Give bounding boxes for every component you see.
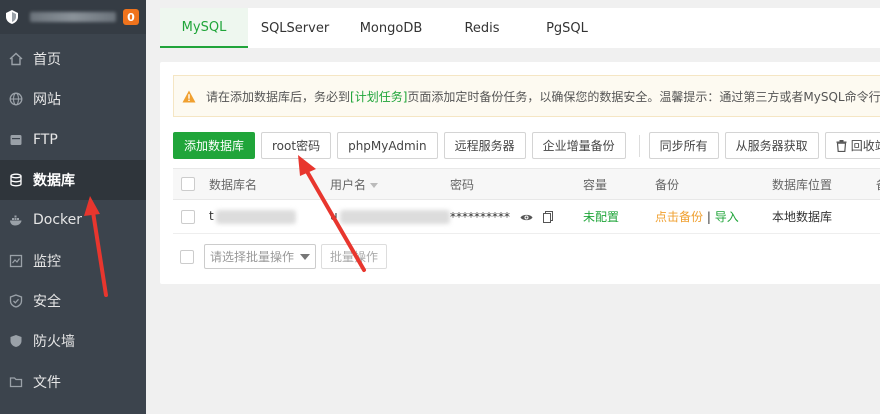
tab-mongodb[interactable]: MongoDB — [342, 8, 440, 48]
sidebar: 0 首页 网站 FTP 数据库 Docker 监控 安全 防火墙 文件 — [0, 0, 146, 414]
column-remark: 备 — [876, 176, 880, 193]
column-db-name: 数据库名 — [209, 177, 258, 192]
globe-icon — [8, 91, 24, 107]
sidebar-item-label: 监控 — [33, 253, 61, 270]
sidebar-item-home[interactable]: 首页 — [0, 39, 146, 79]
username-prefix: u — [330, 209, 338, 224]
cron-task-link[interactable]: [计划任务] — [350, 88, 407, 105]
sort-arrow-icon — [370, 182, 379, 188]
backup-cell: 点击备份 | 导入 — [655, 208, 739, 225]
eye-icon[interactable] — [520, 213, 533, 222]
select-all-checkbox[interactable] — [181, 177, 195, 191]
backup-separator: | — [703, 210, 715, 224]
enterprise-incremental-backup-button[interactable]: 企业增量备份 — [531, 132, 626, 159]
copy-icon[interactable] — [542, 211, 553, 223]
database-icon — [8, 172, 24, 188]
warning-icon — [182, 90, 196, 103]
column-password: 密码 — [450, 177, 475, 192]
column-capacity: 容量 — [583, 177, 608, 192]
server-hostname-redacted — [30, 12, 116, 22]
batch-select-placeholder: 请选择批量操作 — [210, 250, 295, 264]
sidebar-item-label: Docker — [33, 212, 83, 229]
sidebar-item-label: 数据库 — [33, 173, 75, 190]
sidebar-menu: 首页 网站 FTP 数据库 Docker 监控 安全 防火墙 文件 — [0, 39, 146, 402]
root-password-button[interactable]: root密码 — [261, 132, 332, 159]
notification-badge[interactable]: 0 — [123, 9, 139, 25]
toolbar: 添加数据库 root密码 phpMyAdmin 远程服务器 企业增量备份 同步所… — [173, 132, 880, 159]
capacity-not-configured-link[interactable]: 未配置 — [583, 208, 619, 225]
sync-all-button[interactable]: 同步所有 — [648, 132, 719, 159]
sidebar-item-docker[interactable]: Docker — [0, 200, 146, 240]
db-name-prefix: t — [209, 209, 214, 224]
sidebar-item-database[interactable]: 数据库 — [0, 159, 146, 201]
folder-icon — [8, 374, 24, 390]
database-table: 数据库名 用户名 密码 容量 备份 数据库位置 备 t u **********… — [173, 168, 880, 234]
tab-mysql[interactable]: MySQL — [160, 8, 248, 48]
column-backup: 备份 — [655, 177, 680, 192]
sidebar-item-files[interactable]: 文件 — [0, 361, 146, 401]
sidebar-item-label: 安全 — [33, 293, 61, 310]
chevron-down-icon — [300, 253, 310, 260]
sidebar-item-security[interactable]: 安全 — [0, 281, 146, 321]
sidebar-item-firewall[interactable]: 防火墙 — [0, 321, 146, 361]
sidebar-item-label: 首页 — [33, 52, 61, 69]
username-redacted — [339, 209, 450, 224]
table-header: 数据库名 用户名 密码 容量 备份 数据库位置 备 — [173, 168, 880, 200]
monitor-icon — [8, 253, 24, 269]
row-checkbox[interactable] — [181, 209, 195, 224]
batch-operations: 请选择批量操作 批量操作 — [180, 244, 393, 269]
db-location-cell: 本地数据库 — [772, 210, 833, 224]
recycle-bin-button[interactable]: 回收站 — [824, 132, 880, 159]
shield-icon — [8, 293, 24, 309]
db-name-redacted — [215, 209, 296, 224]
sidebar-item-label: 防火墙 — [33, 334, 75, 351]
panel-logo-icon — [6, 10, 18, 24]
tab-sqlserver[interactable]: SQLServer — [248, 8, 342, 48]
sidebar-item-monitor[interactable]: 监控 — [0, 240, 146, 280]
ftp-icon — [8, 132, 24, 148]
fetch-from-server-button[interactable]: 从服务器获取 — [724, 132, 819, 159]
sidebar-item-label: 网站 — [33, 92, 61, 109]
column-username-label: 用户名 — [330, 177, 367, 192]
firewall-icon — [8, 333, 24, 349]
add-database-button[interactable]: 添加数据库 — [173, 132, 256, 159]
database-panel: 请在添加数据库后，务必到 [计划任务] 页面添加定时备份任务，以确保您的数据安全。温… — [160, 62, 880, 284]
password-masked: ********** — [450, 209, 510, 224]
username-cell: u — [330, 209, 450, 224]
toolbar-divider — [638, 134, 640, 157]
remote-server-button[interactable]: 远程服务器 — [443, 132, 526, 159]
password-cell: ********** — [450, 210, 553, 224]
sidebar-item-label: 文件 — [33, 374, 61, 391]
tab-pgsql[interactable]: PgSQL — [524, 8, 610, 48]
recycle-bin-label: 回收站 — [850, 139, 880, 153]
db-name-cell: t — [209, 209, 296, 224]
import-link[interactable]: 导入 — [715, 210, 739, 224]
notice-text-after: 页面添加定时备份任务，以确保您的数据安全。温馨提示：通过第三方或者MySQL命令… — [407, 89, 880, 104]
home-icon — [8, 51, 24, 67]
batch-operation-button[interactable]: 批量操作 — [321, 244, 388, 269]
column-db-location: 数据库位置 — [772, 177, 833, 192]
docker-icon — [8, 212, 24, 228]
click-backup-link[interactable]: 点击备份 — [655, 210, 703, 224]
database-type-tabs: MySQL SQLServer MongoDB Redis PgSQL — [160, 8, 880, 48]
table-row: t u ********** 未配置 点击备份 | 导入 本地数据库 — [173, 200, 880, 234]
column-username[interactable]: 用户名 — [330, 176, 379, 193]
batch-select-checkbox[interactable] — [180, 249, 194, 264]
tab-redis[interactable]: Redis — [440, 8, 524, 48]
trash-icon — [836, 139, 847, 152]
batch-operation-select[interactable]: 请选择批量操作 — [204, 244, 316, 269]
backup-notice: 请在添加数据库后，务必到 [计划任务] 页面添加定时备份任务，以确保您的数据安全。温… — [173, 75, 880, 117]
notice-text-before: 请在添加数据库后，务必到 — [206, 89, 351, 104]
phpmyadmin-button[interactable]: phpMyAdmin — [337, 132, 438, 159]
sidebar-item-ftp[interactable]: FTP — [0, 120, 146, 160]
sidebar-item-label: FTP — [33, 131, 58, 148]
sidebar-item-website[interactable]: 网站 — [0, 79, 146, 119]
